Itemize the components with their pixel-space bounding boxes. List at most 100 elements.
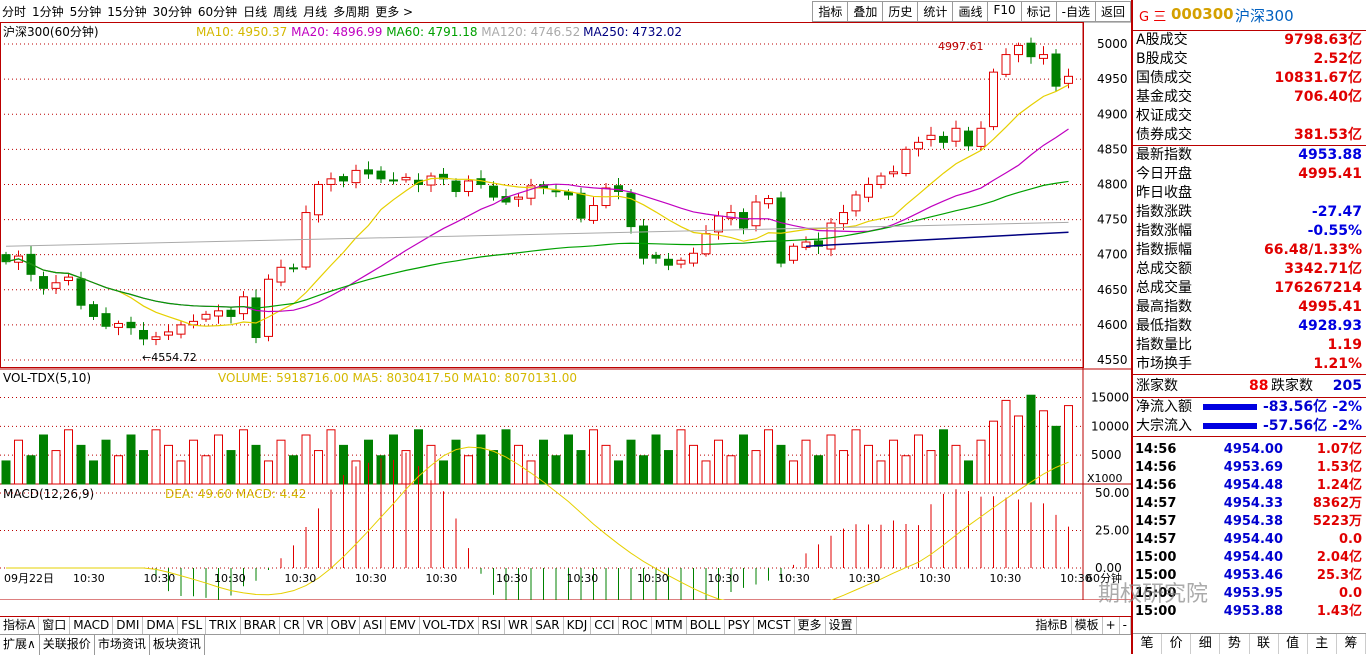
indicator-tab[interactable]: 更多 (795, 617, 826, 634)
volume-bar (276, 439, 286, 485)
indicator-right-button[interactable]: 模板 (1072, 617, 1103, 634)
volume-bar (114, 455, 123, 485)
volume-bar (1014, 415, 1023, 485)
indicator-tab[interactable]: EMV (386, 617, 420, 634)
indicator-tab[interactable]: 指标A (0, 617, 40, 634)
indicator-tab[interactable]: PSY (725, 617, 754, 634)
candle (714, 215, 723, 233)
tool-button[interactable]: 返回 (1095, 1, 1131, 22)
indicator-tab[interactable]: RSI (479, 617, 506, 634)
bottom-tab[interactable]: 扩展∧ (0, 635, 40, 655)
tick-time: 14:56 (1135, 478, 1177, 493)
indicator-tab[interactable]: WR (505, 617, 533, 634)
period-tab[interactable]: 周线 (273, 3, 303, 20)
quote-label: 最新指数 (1136, 147, 1192, 163)
tick-volume: 25.3亿 (1316, 568, 1362, 583)
quote-tab[interactable]: 势 (1220, 634, 1250, 654)
indicator-tab[interactable]: KDJ (564, 617, 592, 634)
indicator-tab[interactable]: CR (280, 617, 304, 634)
tool-button[interactable]: F10 (988, 1, 1022, 22)
tool-button[interactable]: 统计 (918, 1, 954, 22)
indicator-right-button[interactable]: 指标B (1032, 617, 1072, 634)
candle (389, 179, 398, 182)
quote-tab[interactable]: 细 (1191, 634, 1221, 654)
indicator-tab[interactable]: DMI (113, 617, 144, 634)
tool-button[interactable]: 叠加 (848, 1, 884, 22)
tick-time: 14:56 (1135, 460, 1177, 475)
indicator-tab[interactable]: MACD (70, 617, 114, 634)
quote-tab[interactable]: 值 (1279, 634, 1308, 654)
volume-bar (939, 429, 948, 485)
indicator-tab[interactable]: ASI (360, 617, 387, 634)
volume-bar (614, 460, 623, 485)
indicator-tab[interactable]: OBV (328, 617, 361, 634)
bottom-tab-bar: 扩展∧ 关联报价 市场资讯 板块资讯 (0, 634, 1131, 655)
period-toolbar: 分时 1分钟 5分钟 15分钟 30分钟 60分钟 日线 周线 月线 多周期 更多 > 指标 叠加 历史… (0, 0, 1131, 23)
quote-row: 指数涨幅 -0.55% (1133, 222, 1366, 241)
period-tab[interactable]: 30分钟 (153, 3, 198, 20)
quote-tab[interactable]: 笔 (1133, 634, 1163, 654)
indicator-tab[interactable]: 窗口 (39, 617, 71, 634)
period-tab[interactable]: 月线 (303, 3, 333, 20)
indicator-right-button[interactable]: + (1103, 617, 1120, 634)
quote-label: 基金成交 (1136, 89, 1192, 105)
indicator-tab[interactable]: VOL-TDX (420, 617, 479, 634)
indicator-tab[interactable]: DMA (143, 617, 179, 634)
tick-price: 4954.40 (1223, 550, 1283, 565)
quote-tab[interactable]: 联 (1250, 634, 1279, 654)
indicator-tab[interactable]: BOLL (687, 617, 725, 634)
volume-bar (589, 429, 598, 485)
quote-tab[interactable]: 主 (1308, 634, 1337, 654)
kline-chart[interactable]: 5000 4950 4900 4850 4800 4750 4700 4650 4600 4550… (0, 22, 1131, 600)
period-tab[interactable]: 5分钟 (70, 3, 108, 20)
volume-bar (626, 439, 636, 485)
period-tab[interactable]: 多周期 (333, 3, 375, 20)
quote-tab[interactable]: 价 (1162, 634, 1192, 654)
tool-button[interactable]: 画线 (953, 1, 989, 22)
tick-row: 14:56 4953.69 1.53亿 (1133, 459, 1366, 477)
candle (1014, 44, 1023, 56)
period-tab[interactable]: 日线 (243, 3, 273, 20)
quote-value: 4995.41 (1298, 299, 1362, 315)
quote-tab[interactable]: 筹 (1337, 634, 1366, 654)
tick-price: 4954.40 (1223, 532, 1283, 547)
volume-bar (539, 439, 548, 485)
period-tab[interactable]: 60分钟 (198, 3, 243, 20)
indicator-tab[interactable]: MTM (652, 617, 687, 634)
bottom-tab[interactable]: 板块资讯 (150, 635, 205, 655)
quote-header: G 三 000300 沪深300 (1133, 0, 1366, 31)
indicator-tab[interactable]: VR (304, 617, 328, 634)
volume-bar (264, 460, 273, 485)
period-tab[interactable]: 分时 (2, 3, 32, 20)
indicator-tab[interactable]: TRIX (206, 617, 241, 634)
period-tab[interactable]: 1分钟 (32, 3, 70, 20)
flow-bar (1203, 404, 1257, 410)
quote-label: 今日开盘 (1136, 166, 1192, 182)
indicator-tab[interactable]: ROC (619, 617, 652, 634)
down-label: 跌家数 (1271, 378, 1313, 394)
quote-row: 昨日收盘 (1133, 184, 1366, 203)
indicator-right-button[interactable]: - (1120, 617, 1131, 634)
candle (376, 170, 386, 180)
indicator-tab[interactable]: CCI (591, 617, 619, 634)
volume-bar (451, 439, 461, 485)
tool-button[interactable]: 标记 (1021, 1, 1057, 22)
indicator-tab[interactable]: FSL (178, 617, 207, 634)
tool-button[interactable]: -自选 (1056, 1, 1096, 22)
indicator-tab[interactable]: SAR (532, 617, 564, 634)
bottom-tab[interactable]: 市场资讯 (95, 635, 150, 655)
candle (576, 192, 586, 219)
bottom-tab[interactable]: 关联报价 (40, 635, 95, 655)
macd-title: MACD(12,26,9) (3, 487, 94, 501)
tool-button[interactable]: 指标 (812, 1, 849, 22)
candle (89, 304, 98, 317)
candle (764, 198, 773, 205)
flag-icon[interactable]: G 三 (1139, 6, 1166, 25)
indicator-tab[interactable]: BRAR (241, 617, 281, 634)
period-tab[interactable]: 15分钟 (107, 3, 152, 20)
indicator-tab[interactable]: 设置 (826, 617, 857, 634)
indicator-tab[interactable]: MCST (754, 617, 795, 634)
tick-volume: 1.43亿 (1316, 604, 1362, 619)
period-tab[interactable]: 更多 > (375, 3, 419, 20)
tool-button[interactable]: 历史 (883, 1, 919, 22)
